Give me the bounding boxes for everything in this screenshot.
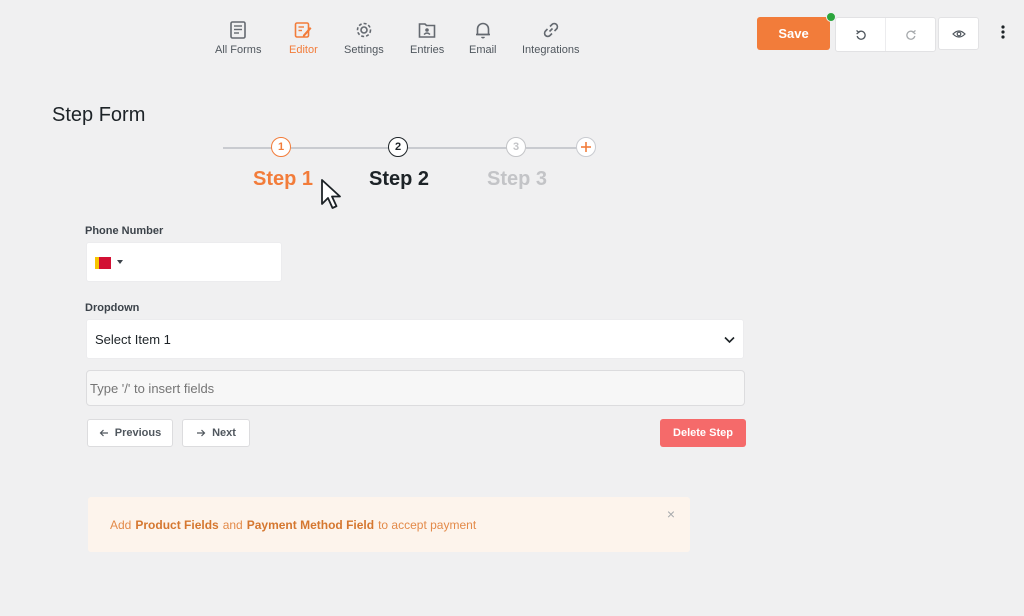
- nav-settings[interactable]: Settings: [344, 20, 384, 56]
- step-connector: [408, 147, 507, 149]
- nav-integrations[interactable]: Integrations: [522, 20, 579, 56]
- dropdown-selected-value: Select Item 1: [95, 331, 171, 347]
- step-1-indicator[interactable]: 1: [271, 137, 291, 157]
- notice-prefix: Add: [110, 517, 132, 532]
- notice-payment-field-link[interactable]: Payment Method Field: [247, 518, 374, 532]
- redo-button[interactable]: [885, 18, 935, 51]
- entries-icon: [418, 23, 436, 38]
- bell-icon: [475, 22, 490, 39]
- eye-icon: [951, 29, 966, 38]
- nav-label: Integrations: [522, 44, 580, 56]
- country-flag-icon[interactable]: [95, 257, 111, 269]
- nav-all-forms[interactable]: All Forms: [215, 20, 261, 56]
- step-3-label[interactable]: Step 3: [487, 168, 547, 191]
- previous-button-label: Previous: [114, 427, 162, 439]
- redo-icon: [905, 29, 916, 40]
- phone-number-field[interactable]: [86, 242, 282, 282]
- country-dropdown-caret-icon[interactable]: [117, 260, 123, 264]
- nav-label: Entries: [410, 44, 445, 56]
- step-2-indicator[interactable]: 2: [388, 137, 408, 157]
- nav-label: Editor: [289, 44, 318, 56]
- kebab-menu-icon: [1001, 25, 1005, 39]
- payment-notice: Add Product Fields and Payment Method Fi…: [88, 497, 690, 552]
- notice-and: and: [222, 517, 243, 532]
- undo-button[interactable]: [836, 18, 885, 51]
- nav-entries[interactable]: Entries: [410, 20, 444, 56]
- step-connector: [526, 147, 578, 149]
- mouse-cursor-icon: [321, 179, 341, 209]
- notice-product-fields-link[interactable]: Product Fields: [135, 518, 218, 532]
- link-icon: [543, 22, 558, 38]
- form-title: Step Form: [52, 104, 146, 126]
- nav-label: All Forms: [215, 44, 262, 56]
- undo-icon: [855, 29, 866, 40]
- nav-email[interactable]: Email: [469, 20, 497, 56]
- add-step-button[interactable]: [576, 137, 596, 157]
- dropdown-select[interactable]: Select Item 1: [86, 319, 744, 359]
- phone-number-label: Phone Number: [85, 225, 164, 237]
- insert-field-input[interactable]: Type '/' to insert fields: [86, 370, 745, 406]
- step-1-label[interactable]: Step 1: [253, 168, 313, 191]
- delete-step-button[interactable]: Delete Step: [660, 419, 746, 447]
- arrow-left-icon: [99, 429, 108, 437]
- step-connector: [291, 147, 389, 149]
- next-button-label: Next: [212, 427, 236, 439]
- next-button[interactable]: Next: [182, 419, 250, 447]
- previous-button[interactable]: Previous: [87, 419, 173, 447]
- step-2-label[interactable]: Step 2: [369, 168, 429, 191]
- save-button[interactable]: Save: [757, 17, 830, 50]
- flag-stripe: [95, 257, 99, 269]
- step-connector: [223, 147, 273, 149]
- edit-icon: [295, 22, 312, 38]
- nav-editor[interactable]: Editor: [289, 20, 318, 56]
- gear-icon: [356, 22, 372, 38]
- plus-icon: [581, 142, 591, 152]
- chevron-down-icon: [724, 336, 735, 344]
- preview-button[interactable]: [938, 17, 979, 50]
- step-3-indicator[interactable]: 3: [506, 137, 526, 157]
- more-options-button[interactable]: [996, 22, 1010, 42]
- notice-suffix: to accept payment: [378, 517, 477, 532]
- insert-field-placeholder: Type '/' to insert fields: [90, 380, 215, 396]
- nav-label: Email: [469, 44, 497, 56]
- dropdown-label: Dropdown: [85, 302, 140, 314]
- close-icon[interactable]: ×: [667, 506, 675, 522]
- arrow-right-icon: [197, 429, 206, 437]
- forms-icon: [230, 21, 247, 39]
- undo-redo-group: [835, 17, 936, 52]
- nav-label: Settings: [344, 44, 384, 56]
